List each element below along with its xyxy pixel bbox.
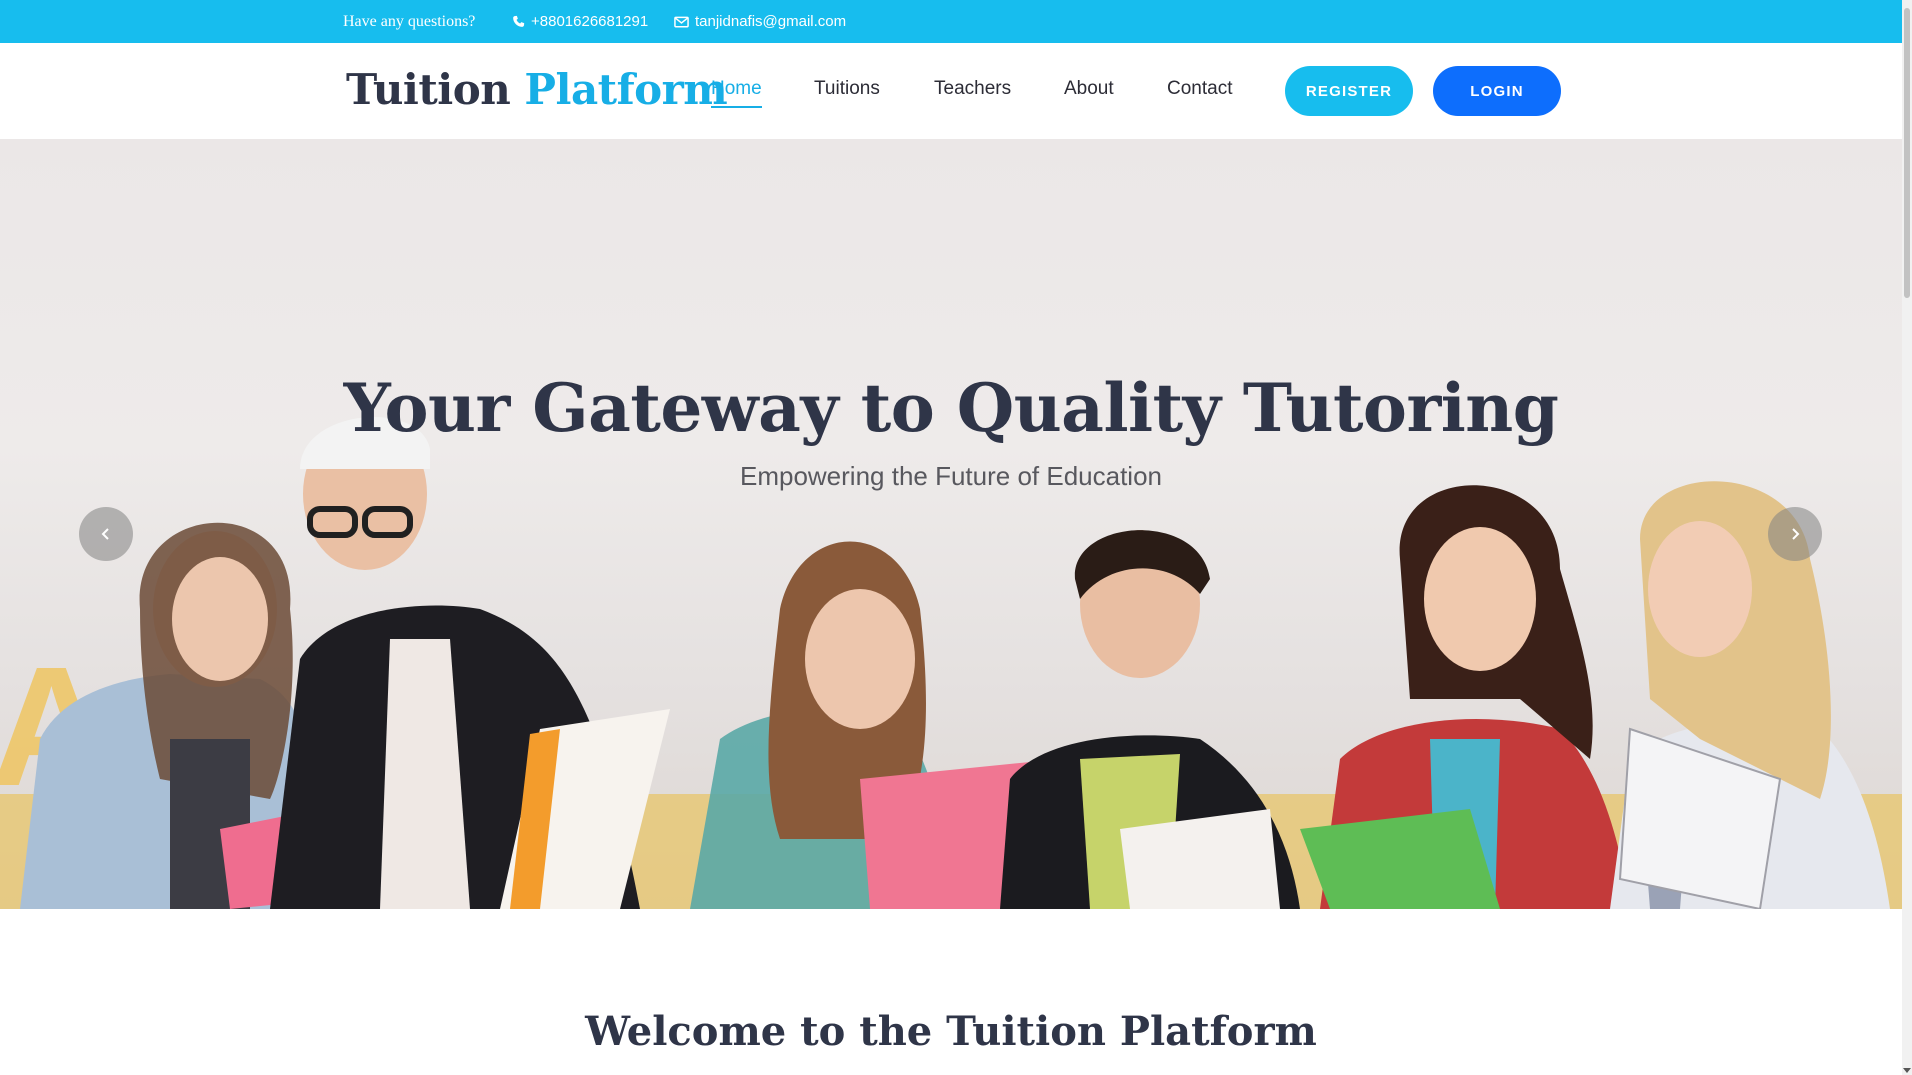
- register-button[interactable]: REGISTER: [1285, 66, 1413, 116]
- scroll-down-arrow-icon[interactable]: [1903, 1068, 1911, 1073]
- chevron-right-icon: [1792, 528, 1800, 540]
- envelope-icon: [674, 16, 689, 27]
- phone-number: +8801626681291: [531, 13, 649, 30]
- student-figure: [1610, 481, 1890, 909]
- logo-text-primary: Tuition: [346, 65, 511, 114]
- logo-text-accent: Platform: [524, 65, 728, 114]
- login-button[interactable]: LOGIN: [1433, 66, 1561, 116]
- email-contact[interactable]: tanjidnafis@gmail.com: [674, 0, 846, 43]
- scrollbar-thumb[interactable]: [1904, 8, 1910, 298]
- hero-carousel: A: [0, 139, 1902, 909]
- nav-tuitions[interactable]: Tuitions: [814, 78, 880, 106]
- students-photo: [20, 416, 1890, 909]
- student-figure: [1000, 530, 1300, 909]
- phone-icon: [513, 15, 525, 27]
- email-address: tanjidnafis@gmail.com: [695, 13, 847, 30]
- carousel-prev-button[interactable]: [79, 507, 133, 561]
- site-logo[interactable]: Tuition Platform: [346, 65, 728, 114]
- nav-contact[interactable]: Contact: [1167, 78, 1232, 106]
- carousel-next-button[interactable]: [1768, 507, 1822, 561]
- hero-title: Your Gateway to Quality Tutoring: [343, 369, 1559, 447]
- welcome-heading: Welcome to the Tuition Platform: [585, 1008, 1317, 1055]
- nav-about[interactable]: About: [1064, 78, 1114, 106]
- page: Have any questions? +8801626681291 tanji…: [0, 0, 1902, 1075]
- hero-subtitle: Empowering the Future of Education: [739, 461, 1163, 491]
- student-figure: [1300, 485, 1630, 909]
- nav-teachers[interactable]: Teachers: [934, 78, 1011, 106]
- chevron-left-icon: [101, 528, 109, 540]
- navbar: Tuition Platform Home Tuitions Teachers …: [0, 43, 1902, 139]
- questions-text: Have any questions?: [343, 13, 476, 30]
- nav-home[interactable]: Home: [711, 78, 762, 108]
- top-contact-bar: Have any questions? +8801626681291 tanji…: [0, 0, 1902, 43]
- page-scrollbar[interactable]: [1902, 0, 1912, 1075]
- phone-contact[interactable]: +8801626681291: [512, 0, 648, 43]
